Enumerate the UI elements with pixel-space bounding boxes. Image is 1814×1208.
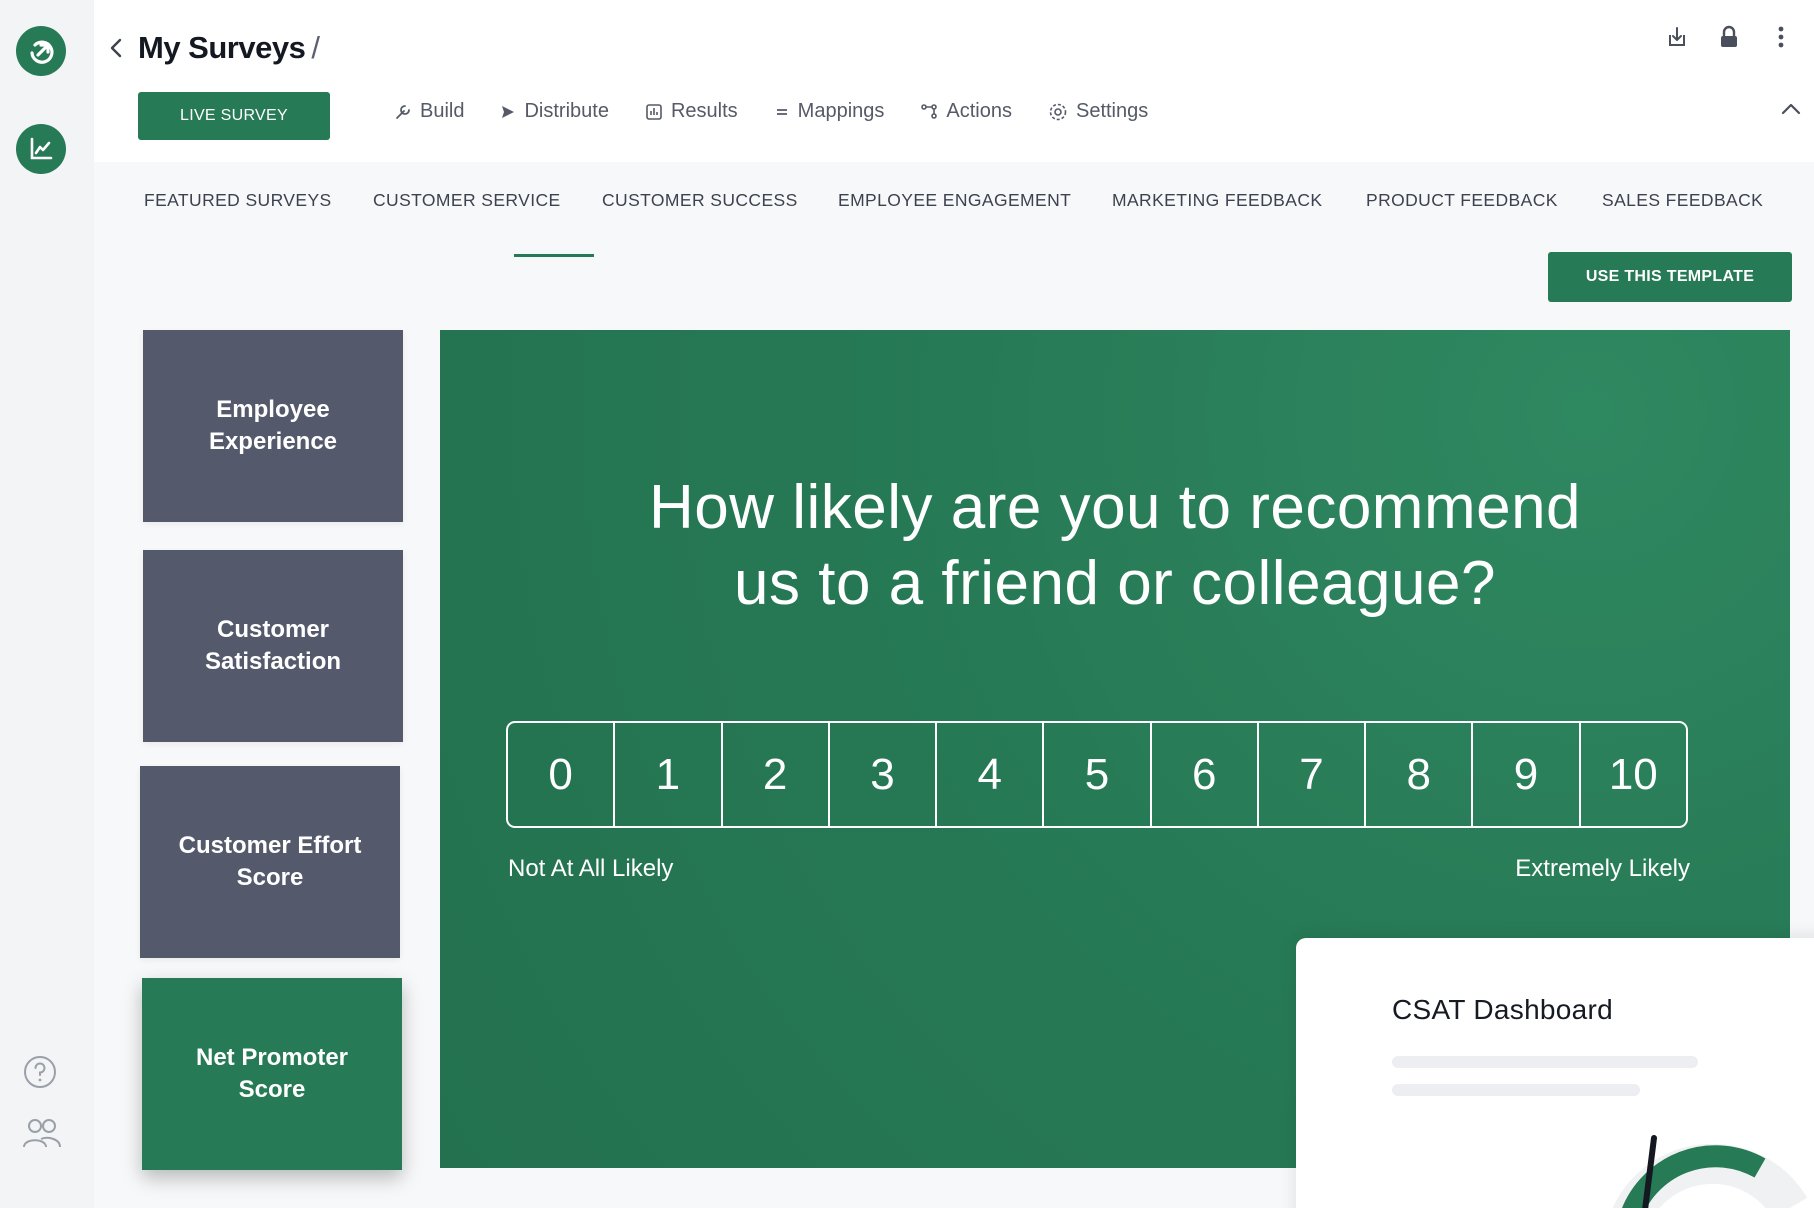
app-logo-icon[interactable]: [16, 26, 66, 76]
template-card-employee-experience[interactable]: Employee Experience: [143, 330, 403, 522]
export-icon[interactable]: [1664, 24, 1690, 50]
toolbar-build[interactable]: Build: [394, 100, 464, 123]
analytics-icon[interactable]: [16, 124, 66, 174]
header-tools: [1664, 24, 1794, 50]
csat-dashboard-title: CSAT Dashboard: [1392, 994, 1614, 1025]
placeholder-line: [1392, 1056, 1698, 1068]
users-icon[interactable]: [22, 1116, 62, 1155]
header: My Surveys / LIVE SURVEY Build Distribut…: [94, 0, 1814, 162]
template-card-label: Net Promoter Score: [195, 1044, 349, 1103]
live-survey-button[interactable]: LIVE SURVEY: [138, 92, 330, 140]
workflow-icon: [921, 103, 938, 119]
lock-icon[interactable]: [1716, 24, 1742, 50]
more-vertical-icon[interactable]: [1768, 24, 1794, 50]
toolbar-results-label: Results: [670, 100, 738, 122]
survey-toolbar: Build Distribute Results Mappings Action…: [394, 100, 1184, 123]
scale-option-10[interactable]: 10: [1581, 723, 1686, 826]
help-icon[interactable]: [22, 1054, 58, 1095]
tab-customer-success[interactable]: CUSTOMER SUCCESS: [602, 190, 798, 211]
back-chevron-icon[interactable]: [104, 34, 128, 62]
scale-option-8[interactable]: 8: [1366, 723, 1474, 826]
list-icon: [776, 108, 787, 115]
scale-option-6[interactable]: 6: [1152, 723, 1259, 826]
tab-sales-feedback[interactable]: SALES FEEDBACK: [1602, 190, 1763, 211]
send-icon: [502, 105, 515, 118]
tab-product-feedback[interactable]: PRODUCT FEEDBACK: [1366, 190, 1558, 211]
question-line-2: us to a friend or colleague?: [734, 549, 1496, 618]
nps-scale: 0 1 2 3 4 5 6 7 8 9 10: [506, 721, 1688, 828]
gear-icon: [1049, 103, 1067, 120]
toolbar-actions[interactable]: Actions: [920, 100, 1012, 123]
results-icon: [646, 103, 662, 120]
breadcrumb-separator: /: [311, 30, 320, 65]
template-card-net-promoter-score[interactable]: Net Promoter Score: [142, 978, 402, 1170]
scale-low-label: Not At All Likely: [508, 855, 674, 882]
toolbar-results[interactable]: Results: [645, 100, 738, 123]
active-tab-indicator: [514, 254, 594, 257]
nps-question: How likely are you to recommend us to a …: [440, 470, 1790, 622]
csat-dashboard-card: CSAT Dashboard: [1296, 938, 1814, 1208]
question-line-1: How likely are you to recommend: [648, 473, 1582, 542]
toolbar-settings-label: Settings: [1075, 100, 1149, 122]
tab-employee-engagement[interactable]: EMPLOYEE ENGAGEMENT: [838, 190, 1071, 211]
tab-marketing-feedback[interactable]: MARKETING FEEDBACK: [1112, 190, 1322, 211]
wrench-icon: [396, 104, 410, 119]
toolbar-actions-label: Actions: [946, 100, 1012, 122]
template-card-label: Customer Satisfaction: [204, 616, 342, 675]
page-title-text: My Surveys: [138, 30, 306, 65]
template-card-customer-satisfaction[interactable]: Customer Satisfaction: [143, 550, 403, 742]
template-card-label: Customer Effort Score: [178, 832, 362, 891]
toolbar-distribute-label: Distribute: [524, 100, 609, 122]
tab-featured-surveys[interactable]: FEATURED SURVEYS: [144, 190, 332, 211]
toolbar-distribute[interactable]: Distribute: [500, 100, 609, 123]
scale-option-5[interactable]: 5: [1044, 723, 1152, 826]
use-template-button[interactable]: USE THIS TEMPLATE: [1548, 252, 1792, 302]
page-title: My Surveys /: [138, 30, 320, 66]
scale-option-4[interactable]: 4: [937, 723, 1045, 826]
left-rail: [0, 0, 94, 1208]
scale-option-2[interactable]: 2: [723, 723, 830, 826]
toolbar-build-label: Build: [420, 100, 465, 122]
scale-option-3[interactable]: 3: [830, 723, 938, 826]
placeholder-line: [1392, 1084, 1640, 1096]
collapse-chevron-icon[interactable]: [1780, 102, 1804, 122]
toolbar-settings[interactable]: Settings: [1048, 100, 1148, 123]
template-card-label: Employee Experience: [208, 396, 338, 455]
scale-option-1[interactable]: 1: [615, 723, 723, 826]
scale-option-9[interactable]: 9: [1473, 723, 1581, 826]
scale-option-0[interactable]: 0: [508, 723, 616, 826]
tab-customer-service[interactable]: CUSTOMER SERVICE: [373, 190, 561, 211]
scale-high-label: Extremely Likely: [1515, 855, 1690, 882]
template-card-customer-effort-score[interactable]: Customer Effort Score: [140, 766, 400, 958]
toolbar-mappings[interactable]: Mappings: [774, 100, 885, 123]
scale-option-7[interactable]: 7: [1259, 723, 1367, 826]
gauge-icon: [1612, 1135, 1808, 1208]
toolbar-mappings-label: Mappings: [797, 100, 885, 122]
